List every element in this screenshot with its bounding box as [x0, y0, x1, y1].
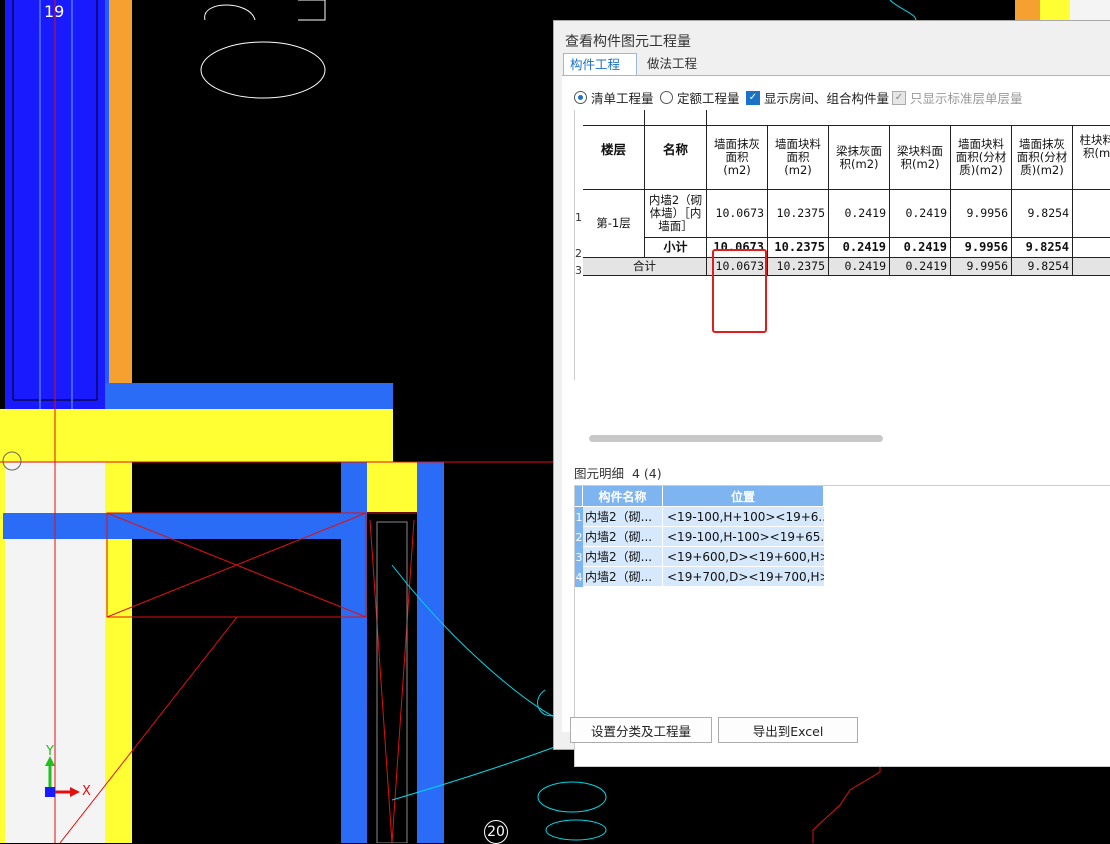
cell-floor[interactable]: 第-1层	[583, 190, 645, 258]
header-wall-block-area: 墙面块料面积(m2)	[768, 126, 829, 190]
cell-value[interactable]	[1073, 190, 1110, 238]
radio-selected-icon	[574, 91, 587, 104]
detail-row-position[interactable]: <19+600,D><19+600,H>	[663, 547, 824, 567]
dialog-title: 查看构件图元工程量	[565, 34, 691, 50]
cell-total-value[interactable]: 9.8254	[1012, 258, 1073, 276]
coord-x-label: X	[82, 784, 91, 799]
cell-total-value[interactable]: 9.9956	[951, 258, 1012, 276]
radio-quota-label: 定额工程量	[677, 91, 740, 106]
header-floor: 楼层	[583, 110, 645, 190]
cell-total-value[interactable]: 0.2419	[890, 258, 951, 276]
detail-row-position[interactable]: <19-100,H-100><19+65...	[663, 527, 824, 547]
header-name: 名称	[645, 110, 707, 190]
header-column-block-area: 柱块料面积(m2)	[1073, 126, 1110, 190]
highlight-box	[712, 249, 767, 333]
checkbox-checked-icon: ✓	[746, 90, 760, 105]
cell-total-value[interactable]: 0.2419	[829, 258, 890, 276]
export-excel-button[interactable]: 导出到Excel	[718, 717, 858, 743]
quantity-table: 楼层 名称 墙面抹灰面积(m2) 墙面块料面积(m2) 梁抹灰面积(m2) 梁块…	[574, 110, 1110, 380]
tab-panel: 清单工程量 定额工程量 ✓ 显示房间、组合构件量 ✓ 只显示标准层单层量 楼层 名称…	[562, 75, 1110, 767]
cell-subtotal-value[interactable]: 9.8254	[1012, 238, 1073, 258]
checkbox-show-rooms[interactable]: ✓ 显示房间、组合构件量	[746, 88, 889, 107]
cell-subtotal-value[interactable]: 10.2375	[768, 238, 829, 258]
detail-row-name[interactable]: 内墙2（砌...	[583, 507, 663, 527]
cell-value[interactable]: 10.0673	[707, 190, 768, 238]
radio-list-quantity[interactable]: 清单工程量	[574, 88, 654, 107]
checkbox-std-floor[interactable]: ✓ 只显示标准层单层量	[892, 88, 1023, 107]
header-wall-plaster-area: 墙面抹灰面积(m2)	[707, 126, 768, 190]
cell-value[interactable]: 0.2419	[829, 190, 890, 238]
detail-count: 4 (4)	[631, 466, 662, 481]
checkbox-std-floor-label: 只显示标准层单层量	[910, 91, 1023, 106]
detail-row-name[interactable]: 内墙2（砌...	[583, 547, 663, 567]
cell-subtotal-value[interactable]: 0.2419	[829, 238, 890, 258]
settings-button[interactable]: 设置分类及工程量	[570, 717, 712, 743]
detail-header-name: 构件名称	[583, 486, 663, 506]
header-wall-plaster-area-material: 墙面抹灰面积(分材质)(m2)	[1012, 126, 1073, 190]
detail-title-text: 图元明细	[574, 466, 625, 481]
detail-row-position[interactable]: <19-100,H+100><19+6...	[663, 507, 824, 527]
cell-subtotal-value[interactable]: 0.2419	[890, 238, 951, 258]
radio-list-label: 清单工程量	[591, 91, 654, 106]
radio-unselected-icon	[660, 91, 673, 104]
detail-row-number: 2	[575, 527, 583, 547]
cell-component-name[interactable]: 内墙2（砌体墙）［内墙面］	[645, 190, 707, 238]
header-wall-block-area-material: 墙面块料面积(分材质)(m2)	[951, 126, 1012, 190]
cell-subtotal-value[interactable]: 9.9956	[951, 238, 1012, 258]
row-number: 1	[575, 211, 582, 224]
detail-corner	[575, 486, 583, 506]
checkbox-disabled-icon: ✓	[892, 90, 906, 105]
horizontal-scrollbar[interactable]	[589, 435, 883, 442]
detail-row-position[interactable]: <19+700,D><19+700,H>	[663, 567, 824, 587]
header-beam-plaster-area: 梁抹灰面积(m2)	[829, 126, 890, 190]
detail-row-number: 4	[575, 567, 583, 587]
tab-component-quantity[interactable]: 构件工程量	[563, 53, 637, 94]
cell-value[interactable]: 9.8254	[1012, 190, 1073, 238]
cell-total-label: 合计	[583, 258, 707, 276]
coord-y-label: Y	[46, 744, 54, 759]
detail-header-position: 位置	[663, 486, 824, 506]
quantity-dialog: 查看构件图元工程量 构件工程量 做法工程量 清单工程量 定额工程量 ✓显示房间、…	[553, 20, 1110, 767]
header-beam-block-area: 梁块料面积(m2)	[890, 126, 951, 190]
detail-row-name[interactable]: 内墙2（砌...	[583, 567, 663, 587]
cell-total-value[interactable]	[1073, 258, 1110, 276]
checkbox-show-rooms-label: 显示房间、组合构件量	[764, 91, 890, 106]
cell-subtotal-value[interactable]	[1073, 238, 1110, 258]
axis-label-20: 20	[484, 820, 508, 844]
row-number: 2	[575, 247, 582, 260]
tab-method-quantity[interactable]: 做法工程量	[641, 53, 715, 93]
row-number: 3	[575, 264, 582, 277]
detail-row-number: 1	[575, 507, 583, 527]
radio-quota-quantity[interactable]: 定额工程量	[660, 88, 740, 107]
detail-row-number: 3	[575, 547, 583, 567]
detail-row-name[interactable]: 内墙2（砌...	[583, 527, 663, 547]
cell-value[interactable]: 0.2419	[890, 190, 951, 238]
cell-value[interactable]: 10.2375	[768, 190, 829, 238]
axis-label-19: 19	[44, 2, 65, 21]
cell-total-value[interactable]: 10.2375	[768, 258, 829, 276]
detail-title: 图元明细 4 (4)	[574, 463, 662, 482]
cell-value[interactable]: 9.9956	[951, 190, 1012, 238]
cell-subtotal-label: 小计	[645, 238, 707, 258]
